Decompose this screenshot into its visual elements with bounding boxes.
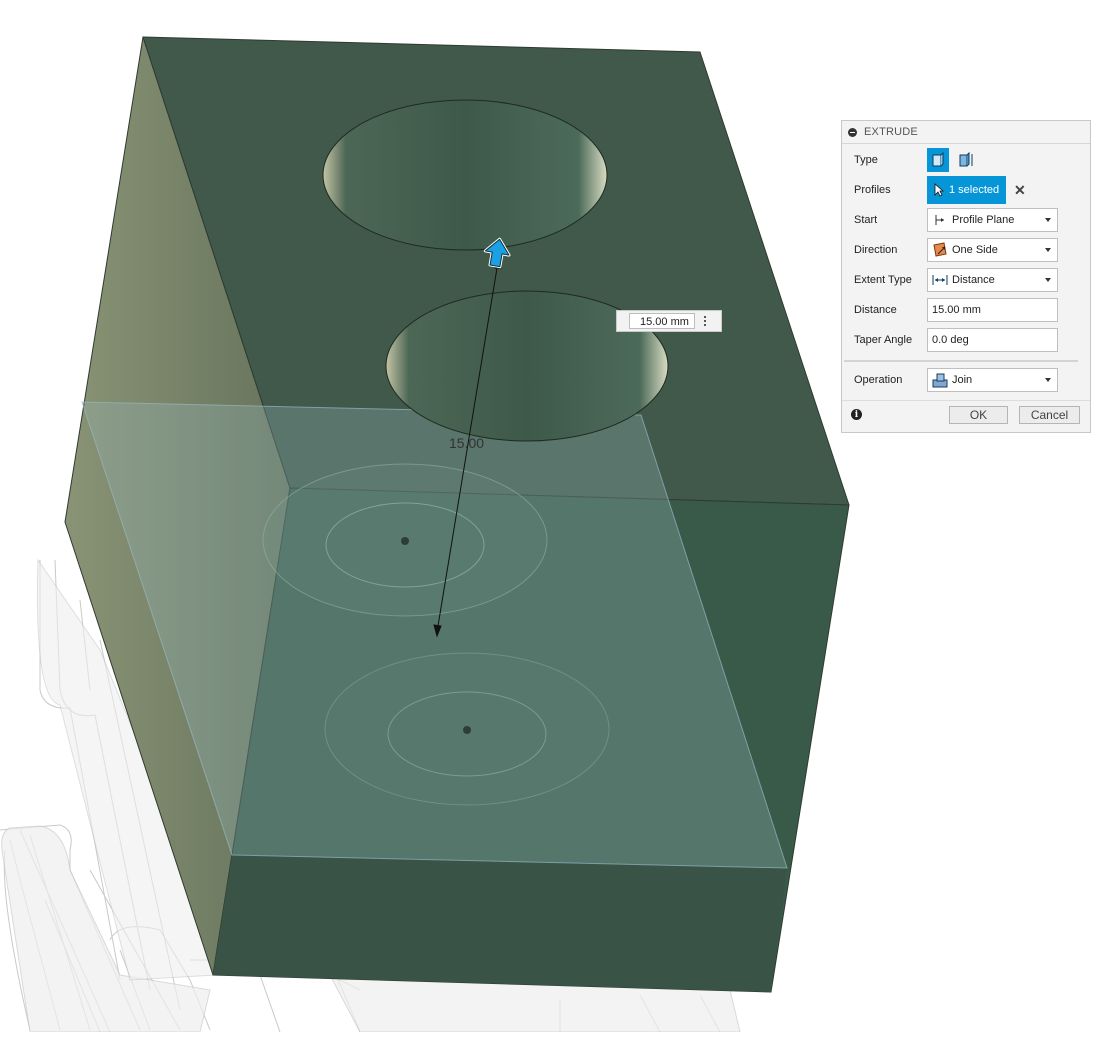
direction-row: Direction One Side — [842, 237, 1090, 263]
extrude-panel: EXTRUDE Type Profiles 1 selected ✕ Start… — [841, 120, 1091, 433]
extrude-thin-icon — [959, 152, 973, 167]
info-icon[interactable]: i — [851, 409, 862, 420]
type-label: Type — [854, 154, 878, 166]
operation-row: Operation Join — [842, 367, 1090, 393]
operation-value: Join — [952, 374, 973, 386]
dimension-label: 15.00 — [449, 435, 484, 451]
chevron-down-icon — [1045, 378, 1051, 382]
taper-angle-row: Taper Angle 0.0 deg — [842, 327, 1090, 353]
extrude-solid-icon — [932, 152, 944, 167]
distance-field[interactable]: 15.00 mm — [927, 298, 1058, 322]
canvas-distance-field[interactable]: 15.00 mm — [629, 313, 695, 329]
section-divider — [844, 360, 1078, 362]
profiles-row: Profiles 1 selected ✕ — [842, 176, 1090, 204]
distance-extent-icon — [932, 272, 948, 288]
extent-type-dropdown[interactable]: Distance — [927, 268, 1058, 292]
extent-type-label: Extent Type — [854, 274, 912, 286]
drag-grip[interactable] — [617, 311, 627, 331]
operation-dropdown[interactable]: Join — [927, 368, 1058, 392]
distance-label: Distance — [854, 304, 897, 316]
start-label: Start — [854, 214, 878, 226]
collapse-icon[interactable] — [848, 127, 857, 137]
footer-divider — [842, 400, 1090, 401]
type-row: Type — [842, 147, 1090, 173]
direction-label: Direction — [854, 244, 898, 256]
direction-value: One Side — [952, 244, 998, 256]
chevron-down-icon — [1045, 248, 1051, 252]
direction-dropdown[interactable]: One Side — [927, 238, 1058, 262]
profiles-label: Profiles — [854, 184, 891, 196]
panel-title: EXTRUDE — [864, 126, 918, 138]
chevron-down-icon — [1045, 218, 1051, 222]
start-row: Start Profile Plane — [842, 207, 1090, 233]
one-side-direction-icon — [932, 242, 948, 258]
profiles-selection-button[interactable]: 1 selected — [927, 176, 1006, 204]
profile-plane-icon — [932, 212, 948, 228]
profiles-value: 1 selected — [949, 184, 1000, 196]
taper-angle-field[interactable]: 0.0 deg — [927, 328, 1058, 352]
ok-button[interactable]: OK — [949, 406, 1008, 424]
distance-row: Distance 15.00 mm — [842, 297, 1090, 323]
start-dropdown[interactable]: Profile Plane — [927, 208, 1058, 232]
chevron-down-icon — [1045, 278, 1051, 282]
cursor-arrow-icon — [934, 183, 944, 197]
extent-type-value: Distance — [952, 274, 995, 286]
type-thin-button[interactable] — [955, 148, 977, 172]
canvas-distance-input-box[interactable]: 15.00 mm — [616, 310, 722, 332]
join-operation-icon — [932, 372, 948, 388]
more-options-icon[interactable] — [701, 316, 709, 326]
close-icon[interactable]: ✕ — [1014, 182, 1026, 199]
panel-header: EXTRUDE — [842, 121, 1090, 144]
start-value: Profile Plane — [952, 214, 1015, 226]
extent-type-row: Extent Type Distance — [842, 267, 1090, 293]
cancel-button[interactable]: Cancel — [1019, 406, 1080, 424]
type-solid-button[interactable] — [927, 148, 949, 172]
taper-angle-label: Taper Angle — [854, 334, 913, 346]
operation-label: Operation — [854, 374, 903, 386]
